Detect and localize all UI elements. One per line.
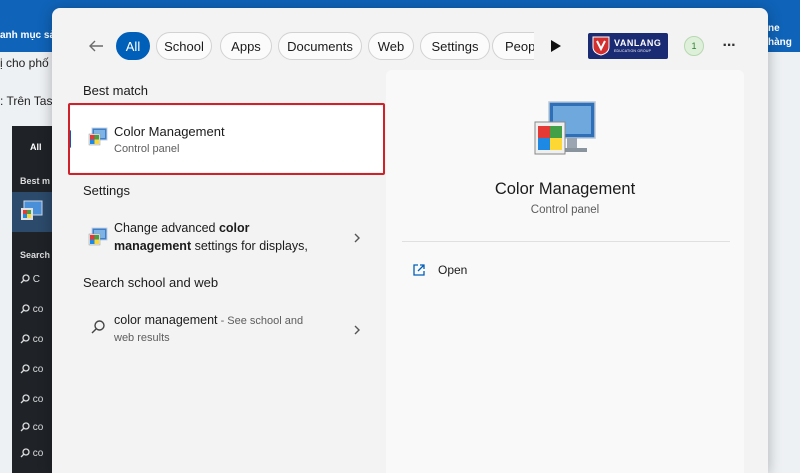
organization-logo[interactable]: VANLANG EDUCATION GROUP — [588, 33, 668, 59]
search-icon — [20, 364, 30, 374]
web-search-result[interactable]: color management - See school and web re… — [68, 304, 384, 356]
background-best-match-label: Best m — [20, 176, 51, 186]
preview-subtitle: Control panel — [530, 204, 600, 216]
filter-chip-apps[interactable]: Apps — [220, 32, 272, 60]
search-icon — [91, 320, 105, 334]
chevron-right-icon — [354, 325, 360, 335]
preview-pane: Color Management Control panel Open — [386, 70, 744, 473]
background-search-text: co — [32, 304, 44, 315]
shield-logo-icon — [592, 36, 610, 56]
background-search-panel: All Best m Search C co co co co co co — [12, 126, 54, 473]
search-icon — [20, 448, 30, 458]
background-search-text: co — [32, 364, 44, 375]
best-match-subtitle: Control panel — [114, 143, 180, 155]
background-search-text: co — [32, 394, 44, 405]
open-external-icon — [413, 264, 425, 276]
color-management-icon — [21, 200, 43, 220]
background-search-text: co — [32, 422, 44, 433]
settings-heading: Settings — [83, 183, 130, 198]
web-search-line1: color management - See school and — [114, 313, 304, 327]
preview-divider — [402, 241, 730, 242]
filter-chip-web[interactable]: Web — [368, 32, 414, 60]
preview-title: Color Management — [494, 180, 636, 198]
background-search-result: co — [20, 394, 43, 405]
background-search-result: C — [20, 274, 40, 285]
open-action-label: Open — [438, 263, 468, 277]
color-management-large-icon — [534, 101, 596, 155]
search-icon — [20, 334, 30, 344]
color-management-icon — [88, 227, 108, 246]
background-search-text: co — [32, 334, 44, 345]
chevron-right-icon — [354, 233, 360, 243]
web-search-line2: web results — [114, 332, 170, 344]
best-match-heading: Best match — [83, 83, 149, 98]
background-search-text: C — [32, 274, 41, 285]
background-search-result: co — [20, 304, 43, 315]
background-text-line: : Trên Tas — [0, 94, 53, 108]
settings-result-line1: Change advanced color — [114, 221, 250, 235]
filter-bar: All School Apps Documents Web Settings P… — [52, 32, 768, 60]
filter-chip-settings[interactable]: Settings — [420, 32, 490, 60]
background-top-right-text: ne hàng — [768, 23, 792, 48]
background-tab-all: All — [30, 142, 42, 152]
settings-result[interactable]: Change advanced color management setting… — [68, 212, 384, 264]
search-icon — [20, 394, 30, 404]
filter-chip-all[interactable]: All — [116, 32, 150, 60]
settings-result-line2: management settings for displays, — [114, 239, 308, 253]
back-arrow-icon — [89, 40, 103, 52]
background-top-text: anh mục sả — [0, 30, 56, 41]
open-action[interactable]: Open — [412, 260, 467, 280]
filter-chip-people[interactable]: Peop — [492, 32, 534, 60]
background-search-result: co — [20, 422, 43, 433]
scroll-filters-play-icon[interactable] — [548, 39, 562, 53]
best-match-title: Color Management — [114, 124, 225, 139]
search-icon — [20, 274, 30, 284]
best-match-result[interactable]: Color Management Control panel — [68, 106, 384, 172]
selection-indicator — [68, 130, 71, 148]
organization-name: VANLANG — [614, 37, 662, 48]
organization-logo-text: VANLANG EDUCATION GROUP — [614, 37, 662, 54]
more-options-button[interactable]: ··· — [718, 36, 740, 56]
back-button[interactable] — [84, 36, 108, 56]
background-search-result: co — [20, 334, 43, 345]
search-web-heading: Search school and web — [83, 275, 219, 290]
color-management-icon — [88, 127, 108, 146]
search-icon — [20, 422, 30, 432]
background-search-result: co — [20, 364, 43, 375]
search-icon — [20, 304, 30, 314]
organization-subtitle: EDUCATION GROUP — [614, 48, 652, 53]
user-avatar[interactable]: 1 — [684, 36, 704, 56]
background-text-line: ị cho phố — [0, 56, 49, 70]
background-search-label: Search — [20, 250, 51, 260]
search-flyout: All School Apps Documents Web Settings P… — [52, 8, 768, 473]
filter-chip-school[interactable]: School — [156, 32, 212, 60]
background-search-text: co — [32, 448, 44, 459]
background-search-result: co — [20, 448, 43, 459]
filter-chip-documents[interactable]: Documents — [278, 32, 362, 60]
